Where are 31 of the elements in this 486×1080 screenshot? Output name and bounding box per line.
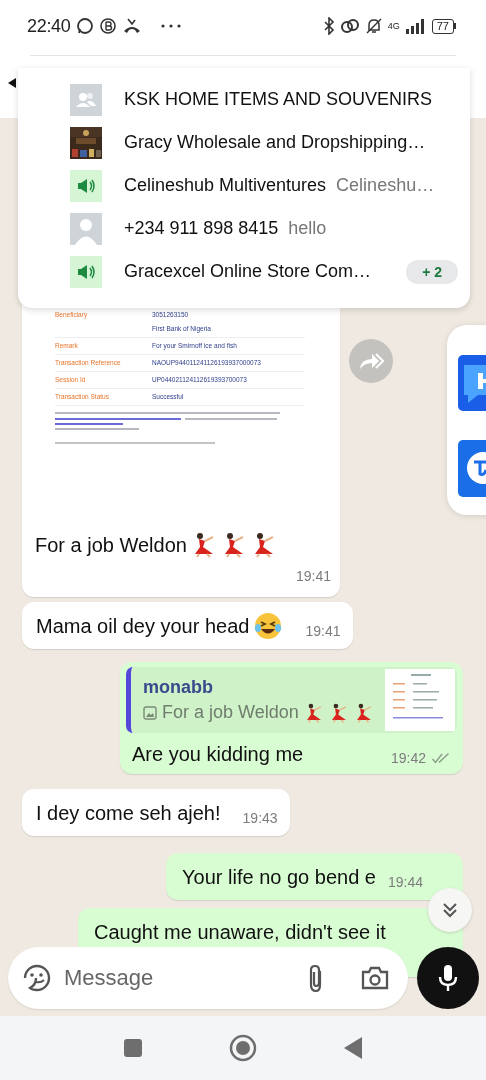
contact-name: Gracy Wholesale and Dropshipping… bbox=[124, 132, 426, 153]
mention-item[interactable]: Gracy Wholesale and Dropshipping… bbox=[70, 121, 460, 164]
mention-item[interactable]: Celineshub Multiventures Celineshu… bbox=[70, 164, 460, 207]
contact-status: hello bbox=[288, 218, 327, 239]
message-text: Mama oil dey your head bbox=[36, 614, 250, 639]
mention-item[interactable]: KSK HOME ITEMS AND SOUVENIRS bbox=[70, 78, 460, 121]
message-text: Your life no go bend e bbox=[181, 865, 376, 890]
message-time: 19:41 bbox=[305, 623, 341, 639]
quote-author: monabb bbox=[143, 677, 214, 698]
message-text: I dey come seh ajeh! bbox=[36, 801, 221, 826]
message-field[interactable]: Message bbox=[8, 947, 408, 1009]
contact-name: +234 911 898 8415 bbox=[124, 218, 279, 239]
mention-item[interactable]: Gracexcel Online Store Com… + 2 bbox=[70, 250, 460, 293]
message-text: Caught me unaware, didn't see it bbox=[93, 920, 386, 945]
contact-name: Celineshub Multiventures bbox=[124, 175, 327, 196]
contact-name: Gracexcel Online Store Com… bbox=[124, 261, 372, 282]
message-time: 19:43 bbox=[242, 810, 278, 826]
quoted-message[interactable]: monabb For a job Weldon bbox=[126, 667, 457, 733]
message-text: Are you kidding me bbox=[132, 743, 304, 766]
network-type: 4G bbox=[387, 21, 400, 31]
mention-item[interactable]: +234 911 898 8415 hello bbox=[70, 207, 460, 250]
contact-name: KSK HOME ITEMS AND SOUVENIRS bbox=[124, 89, 433, 110]
clock-time: 22:40 bbox=[27, 15, 71, 37]
contact-status: Celineshu… bbox=[336, 175, 435, 196]
message-time: 19:41 bbox=[295, 568, 331, 584]
quote-text: For a job Weldon bbox=[162, 702, 299, 723]
message-time: 19:44 bbox=[387, 874, 423, 890]
message-text: For a job Weldon bbox=[35, 533, 187, 557]
message-input[interactable]: Message bbox=[62, 964, 296, 992]
more-count-badge: + 2 bbox=[406, 259, 458, 284]
message-time: 19:42 bbox=[390, 750, 426, 766]
